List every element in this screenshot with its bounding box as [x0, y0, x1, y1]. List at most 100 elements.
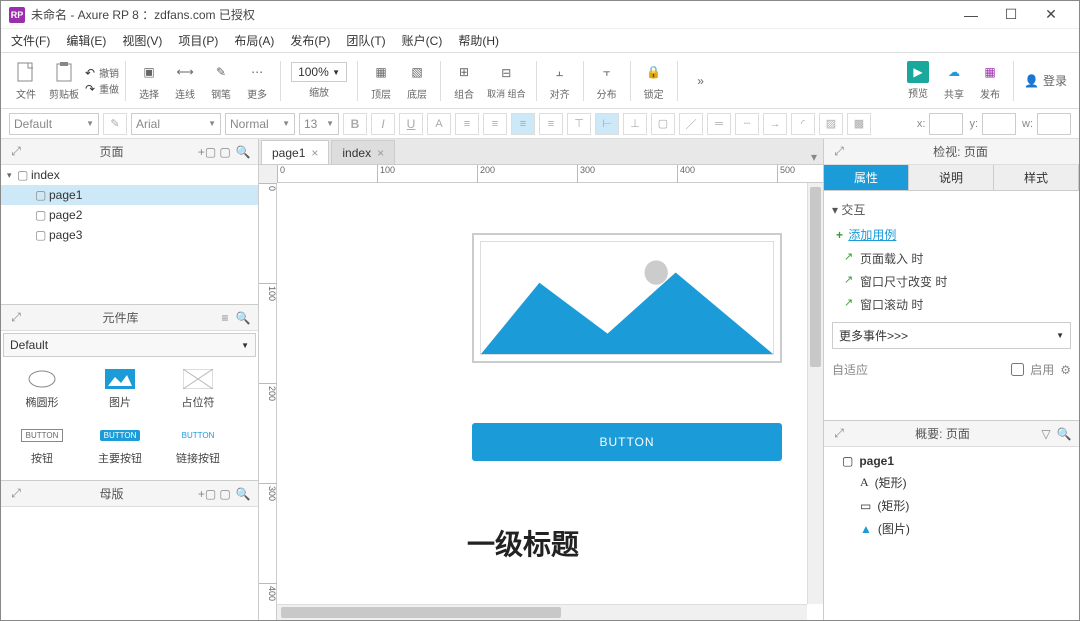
event-scroll[interactable]: 窗口滚动 时	[832, 293, 1071, 316]
w-input[interactable]	[1037, 113, 1071, 135]
line-style-button[interactable]: ┄	[735, 113, 759, 135]
image-placeholder[interactable]	[472, 233, 782, 363]
line-width-button[interactable]: ═	[707, 113, 731, 135]
lib-item-image[interactable]: 图片	[81, 361, 159, 417]
ruler-horizontal[interactable]: 0 100 200 300 400 500	[277, 165, 823, 183]
tool-undo[interactable]: ↶撤销	[85, 65, 119, 80]
search-icon[interactable]: 🔍	[234, 309, 252, 327]
menu-help[interactable]: 帮助(H)	[452, 30, 505, 51]
italic-button[interactable]: I	[371, 113, 395, 135]
add-master-icon[interactable]: +▢	[198, 485, 216, 503]
tool-align[interactable]: ⫠对齐	[543, 60, 577, 101]
add-folder-icon[interactable]: ▢	[216, 143, 234, 161]
tool-ungroup[interactable]: ⊟取消 组合	[483, 61, 530, 100]
add-page-icon[interactable]: +▢	[198, 143, 216, 161]
tool-publish[interactable]: ▦发布	[973, 60, 1007, 101]
lib-item-placeholder[interactable]: 占位符	[159, 361, 237, 417]
page-item-1[interactable]: ▢page1	[1, 185, 258, 205]
menu-file[interactable]: 文件(F)	[5, 30, 56, 51]
bold-button[interactable]: B	[343, 113, 367, 135]
font-select[interactable]: Arial▼	[131, 113, 221, 135]
style-manage-button[interactable]: ✎	[103, 113, 127, 135]
more-events[interactable]: 更多事件>>>▼	[832, 322, 1071, 349]
menu-publish[interactable]: 发布(P)	[284, 30, 336, 51]
tool-zoom[interactable]: 100%▼缩放	[287, 62, 351, 99]
size-select[interactable]: 13▼	[299, 113, 339, 135]
align-right-button[interactable]: ≡	[539, 113, 563, 135]
heading-widget[interactable]: 一级标题	[467, 523, 579, 563]
text-color-button[interactable]: A	[427, 113, 451, 135]
maximize-button[interactable]: ☐	[991, 1, 1031, 29]
tab-menu-icon[interactable]: ▾	[805, 150, 823, 164]
close-icon[interactable]: ×	[377, 146, 384, 160]
add-folder-icon[interactable]: ▢	[216, 485, 234, 503]
tool-preview[interactable]: ▶预览	[901, 61, 935, 100]
collapse-icon[interactable]: ⤢	[7, 485, 25, 503]
arrow-button[interactable]: →	[763, 113, 787, 135]
tool-share[interactable]: ☁共享	[937, 60, 971, 101]
search-icon[interactable]: 🔍	[1055, 425, 1073, 443]
style-select[interactable]: Default▼	[9, 113, 99, 135]
collapse-icon[interactable]: ⤢	[7, 309, 25, 327]
menu-edit[interactable]: 编辑(E)	[60, 30, 112, 51]
filter-icon[interactable]: ▽	[1037, 425, 1055, 443]
tab-index[interactable]: index×	[331, 140, 395, 164]
close-icon[interactable]: ×	[311, 146, 318, 160]
shadow-out-button[interactable]: ▨	[819, 113, 843, 135]
search-icon[interactable]: 🔍	[234, 485, 252, 503]
lib-item-link-button[interactable]: BUTTON链接按钮	[159, 417, 237, 473]
page-item-2[interactable]: ▢page2	[1, 205, 258, 225]
interact-section[interactable]: ▾ 交互	[832, 203, 865, 217]
canvas[interactable]: BUTTON 一级标题	[277, 183, 823, 620]
corner-button[interactable]: ◜	[791, 113, 815, 135]
lib-item-ellipse[interactable]: 椭圆形	[3, 361, 81, 417]
search-icon[interactable]: 🔍	[234, 143, 252, 161]
weight-select[interactable]: Normal▼	[225, 113, 295, 135]
menu-layout[interactable]: 布局(A)	[228, 30, 280, 51]
underline-button[interactable]: U	[399, 113, 423, 135]
bullet-button[interactable]: ≡	[455, 113, 479, 135]
tool-overflow[interactable]: »	[684, 69, 718, 93]
event-resize[interactable]: 窗口尺寸改变 时	[832, 270, 1071, 293]
collapse-icon[interactable]: ⤢	[7, 143, 25, 161]
tool-more[interactable]: ⋯更多	[240, 60, 274, 101]
lib-item-primary-button[interactable]: BUTTON主要按钮	[81, 417, 159, 473]
event-onload[interactable]: 页面载入 时	[832, 247, 1071, 270]
fill-button[interactable]: ▢	[651, 113, 675, 135]
scrollbar-horizontal[interactable]	[277, 604, 807, 620]
tool-file[interactable]: 文件	[9, 60, 43, 101]
tool-connect[interactable]: ⟷连线	[168, 60, 202, 101]
enable-checkbox[interactable]	[1011, 363, 1024, 376]
tool-pen[interactable]: ✎钢笔	[204, 60, 238, 101]
align-left-button[interactable]: ≡	[483, 113, 507, 135]
lib-select[interactable]: Default▼	[3, 333, 256, 357]
tool-back[interactable]: ▧底层	[400, 60, 434, 101]
tool-select[interactable]: ▣选择	[132, 60, 166, 101]
page-root[interactable]: ▾▢index	[1, 165, 258, 185]
lib-menu-icon[interactable]: ≡	[216, 309, 234, 327]
scrollbar-vertical[interactable]	[807, 183, 823, 604]
y-input[interactable]	[982, 113, 1016, 135]
tab-notes[interactable]: 说明	[909, 165, 994, 190]
outline-item-1[interactable]: A(矩形)	[832, 471, 1071, 494]
gear-icon[interactable]: ⚙	[1060, 363, 1071, 377]
outline-item-3[interactable]: ▲(图片)	[832, 517, 1071, 540]
shadow-in-button[interactable]: ▩	[847, 113, 871, 135]
tool-clipboard[interactable]: 剪贴板	[45, 60, 83, 101]
valign-top-button[interactable]: ⊤	[567, 113, 591, 135]
tool-login[interactable]: 👤登录	[1020, 72, 1071, 89]
tool-redo[interactable]: ↷重做	[85, 81, 119, 96]
tool-distribute[interactable]: ⫟分布	[590, 60, 624, 101]
add-case-link[interactable]: 添加用例	[848, 228, 896, 242]
align-center-button[interactable]: ≡	[511, 113, 535, 135]
tab-page1[interactable]: page1×	[261, 140, 329, 164]
tab-style[interactable]: 样式	[994, 165, 1079, 190]
outline-item-2[interactable]: ▭(矩形)	[832, 494, 1071, 517]
menu-view[interactable]: 视图(V)	[116, 30, 168, 51]
tool-group[interactable]: ⊞组合	[447, 60, 481, 101]
primary-button-widget[interactable]: BUTTON	[472, 423, 782, 461]
x-input[interactable]	[929, 113, 963, 135]
line-color-button[interactable]: ／	[679, 113, 703, 135]
page-item-3[interactable]: ▢page3	[1, 225, 258, 245]
valign-mid-button[interactable]: ⊢	[595, 113, 619, 135]
